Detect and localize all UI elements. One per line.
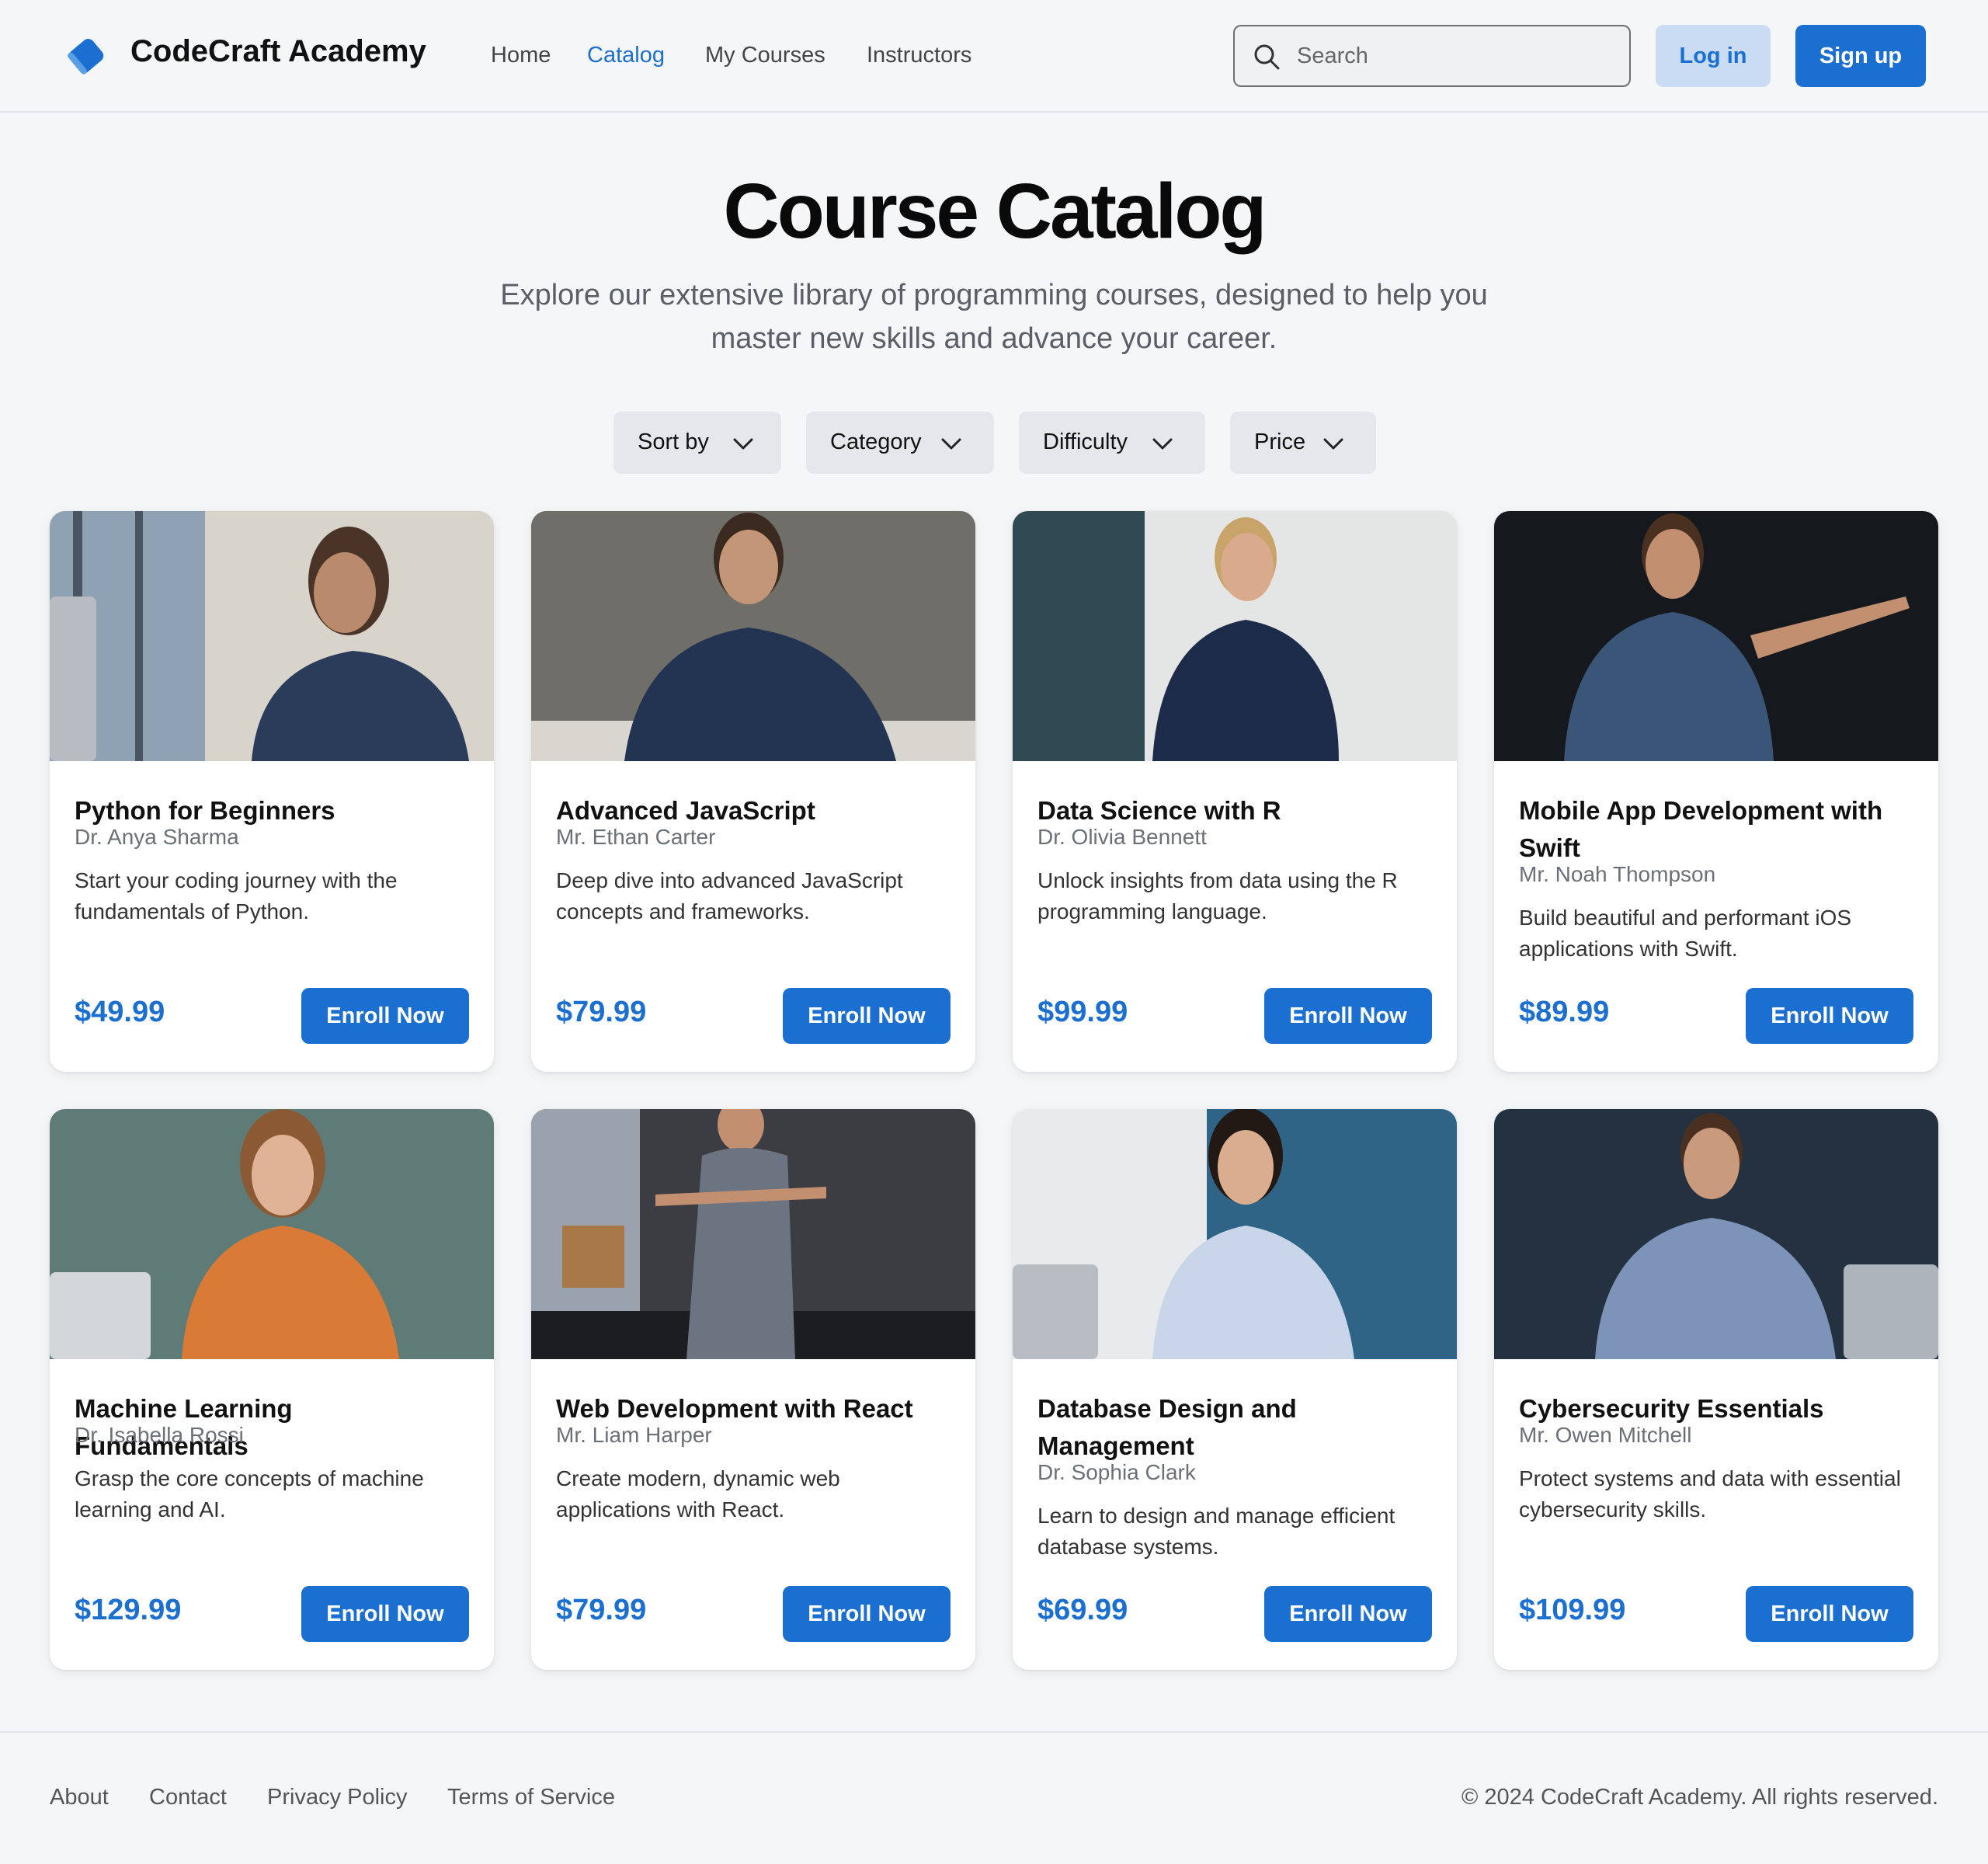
chevron-down-icon [941, 438, 961, 450]
filter-label: Sort by [638, 429, 709, 454]
course-title[interactable]: Mobile App Development with Swift [1519, 792, 1917, 867]
course-description: Unlock insights from data using the R pr… [1037, 868, 1398, 923]
course-description: Protect systems and data with essential … [1519, 1466, 1901, 1521]
course-card[interactable]: Cybersecurity Essentials Mr. Owen Mitche… [1494, 1109, 1938, 1670]
course-price: $109.99 [1519, 1594, 1626, 1626]
nav-my-courses[interactable]: My Courses [705, 43, 825, 68]
page-subtitle: Explore our extensive library of program… [500, 279, 1488, 355]
book-icon[interactable] [64, 33, 109, 78]
page-title: Course Catalog [723, 168, 1267, 255]
enroll-button[interactable]: Enroll Now [1264, 988, 1432, 1044]
course-instructor: Mr. Ethan Carter [556, 825, 716, 849]
footer-divider [0, 1731, 1988, 1733]
enroll-button[interactable]: Enroll Now [301, 988, 469, 1044]
filter-label: Difficulty [1043, 429, 1128, 454]
course-price: $129.99 [75, 1594, 182, 1626]
enroll-button[interactable]: Enroll Now [783, 988, 951, 1044]
course-instructor: Mr. Liam Harper [556, 1423, 712, 1447]
course-card[interactable]: Web Development with React Mr. Liam Harp… [531, 1109, 975, 1670]
enroll-button[interactable]: Enroll Now [1264, 1586, 1432, 1642]
nav-instructors[interactable]: Instructors [867, 43, 971, 68]
chevron-down-icon [733, 438, 753, 450]
course-title[interactable]: Database Design and Management [1037, 1390, 1435, 1465]
chevron-down-icon [1152, 438, 1173, 450]
course-card[interactable]: Database Design and Management Dr. Sophi… [1013, 1109, 1457, 1670]
course-image [50, 1109, 494, 1359]
course-instructor: Dr. Anya Sharma [75, 825, 239, 849]
course-price: $99.99 [1037, 996, 1128, 1028]
course-card[interactable]: Mobile App Development with Swift Mr. No… [1494, 511, 1938, 1072]
course-card[interactable]: Machine Learning Fundamentals Dr. Isabel… [50, 1109, 494, 1670]
course-description: Start your coding journey with the funda… [75, 868, 398, 923]
search-icon [1254, 44, 1280, 70]
search-input[interactable] [1297, 37, 1615, 75]
price-dropdown[interactable]: Price [1230, 412, 1376, 474]
course-instructor: Dr. Isabella Rossi [75, 1423, 244, 1447]
enroll-button[interactable]: Enroll Now [301, 1586, 469, 1642]
course-title[interactable]: Data Science with R [1037, 792, 1435, 829]
course-image [531, 1109, 975, 1359]
category-dropdown[interactable]: Category [806, 412, 994, 474]
course-instructor: Mr. Noah Thompson [1519, 862, 1716, 886]
course-description: Deep dive into advanced JavaScript conce… [556, 868, 903, 923]
course-instructor: Dr. Olivia Bennett [1037, 825, 1207, 849]
course-image [1013, 1109, 1457, 1359]
nav-catalog[interactable]: Catalog [587, 43, 665, 68]
site-header: CodeCraft Academy Home Catalog My Course… [0, 0, 1988, 113]
course-card[interactable]: Advanced JavaScript Mr. Ethan Carter Dee… [531, 511, 975, 1072]
course-card[interactable]: Data Science with R Dr. Olivia Bennett U… [1013, 511, 1457, 1072]
course-title[interactable]: Python for Beginners [75, 792, 472, 829]
course-price: $49.99 [75, 996, 165, 1028]
filter-label: Category [830, 429, 922, 454]
footer-link-terms[interactable]: Terms of Service [447, 1785, 615, 1810]
course-instructor: Dr. Sophia Clark [1037, 1460, 1196, 1484]
search-box[interactable] [1233, 25, 1631, 87]
course-description: Learn to design and manage efficient dat… [1037, 1504, 1395, 1559]
footer-link-privacy[interactable]: Privacy Policy [267, 1785, 408, 1810]
difficulty-dropdown[interactable]: Difficulty [1019, 412, 1205, 474]
nav-home[interactable]: Home [491, 43, 551, 68]
chevron-down-icon [1323, 438, 1343, 450]
course-price: $69.99 [1037, 1594, 1128, 1626]
copyright-text: © 2024 CodeCraft Academy. All rights res… [1461, 1785, 1938, 1810]
course-image [1494, 511, 1938, 761]
course-instructor: Mr. Owen Mitchell [1519, 1423, 1692, 1447]
course-image [531, 511, 975, 761]
course-image [1494, 1109, 1938, 1359]
enroll-button[interactable]: Enroll Now [1746, 988, 1913, 1044]
login-button[interactable]: Log in [1656, 25, 1771, 87]
course-title[interactable]: Web Development with React [556, 1390, 954, 1428]
enroll-button[interactable]: Enroll Now [1746, 1586, 1913, 1642]
filter-label: Price [1254, 429, 1306, 454]
sort-by-dropdown[interactable]: Sort by [613, 412, 781, 474]
course-price: $79.99 [556, 996, 647, 1028]
course-title[interactable]: Cybersecurity Essentials [1519, 1390, 1917, 1428]
course-price: $79.99 [556, 1594, 647, 1626]
footer-link-about[interactable]: About [50, 1785, 109, 1810]
course-price: $89.99 [1519, 996, 1610, 1028]
course-image [1013, 511, 1457, 761]
course-image [50, 511, 494, 761]
course-description: Grasp the core concepts of machine learn… [75, 1466, 424, 1521]
signup-button[interactable]: Sign up [1795, 25, 1926, 87]
course-description: Create modern, dynamic web applications … [556, 1466, 840, 1521]
course-card[interactable]: Python for Beginners Dr. Anya Sharma Sta… [50, 511, 494, 1072]
footer-link-contact[interactable]: Contact [149, 1785, 227, 1810]
course-description: Build beautiful and performant iOS appli… [1519, 906, 1852, 961]
enroll-button[interactable]: Enroll Now [783, 1586, 951, 1642]
course-title[interactable]: Advanced JavaScript [556, 792, 954, 829]
brand-name[interactable]: CodeCraft Academy [130, 34, 426, 69]
